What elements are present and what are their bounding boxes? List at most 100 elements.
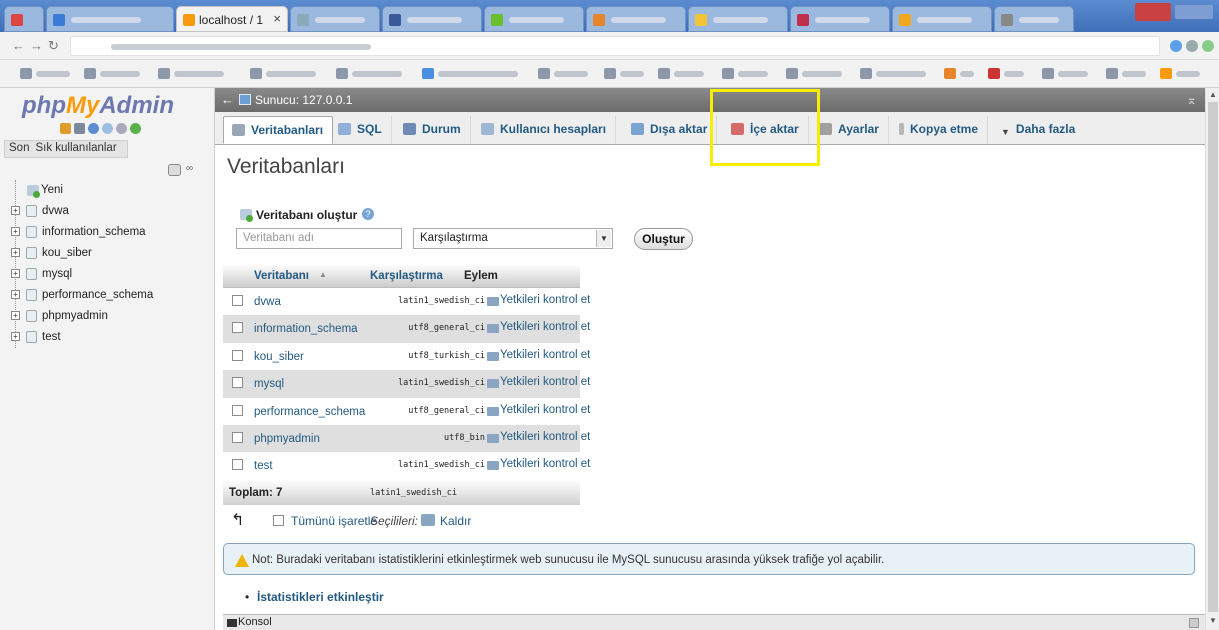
check-privileges-link[interactable]: Yetkileri kontrol et — [500, 321, 590, 333]
tab-export[interactable]: Dışa aktar — [623, 116, 718, 144]
tab-user-accounts[interactable]: Kullanıcı hesapları — [473, 116, 617, 144]
console-toggle-icon[interactable] — [1189, 618, 1199, 628]
bookmark-item[interactable] — [944, 68, 984, 80]
database-link[interactable]: information_schema — [254, 323, 358, 335]
tree-item-new[interactable]: Yeni — [0, 180, 215, 201]
url-field[interactable] — [70, 36, 1160, 56]
bookmark-item[interactable] — [658, 68, 718, 80]
drop-icon[interactable] — [421, 514, 435, 526]
tab-more[interactable]: ▼ Daha fazla — [993, 116, 1084, 144]
collapse-all-icon[interactable] — [168, 164, 181, 176]
browser-tab[interactable] — [484, 6, 584, 32]
check-all-checkbox[interactable] — [273, 515, 284, 526]
extension-icon[interactable] — [1170, 40, 1182, 52]
bookmark-item[interactable] — [786, 68, 856, 80]
expand-icon[interactable]: + — [11, 227, 20, 236]
browser-tab[interactable] — [790, 6, 890, 32]
bookmark-item[interactable] — [158, 68, 238, 80]
tree-item-mysql[interactable]: + mysql — [0, 264, 215, 285]
database-link[interactable]: performance_schema — [254, 406, 365, 418]
link-with-main-icon[interactable]: ∞ — [186, 163, 193, 174]
tree-item-kou-siber[interactable]: + kou_siber — [0, 243, 215, 264]
database-link[interactable]: kou_siber — [254, 351, 304, 363]
phpmyadmin-logo[interactable]: phpMyAdmin — [22, 92, 174, 120]
settings-gear-icon[interactable] — [116, 123, 127, 134]
expand-icon[interactable]: + — [11, 311, 20, 320]
check-privileges-link[interactable]: Yetkileri kontrol et — [500, 404, 590, 416]
scroll-up-icon[interactable]: ▲ — [1209, 90, 1217, 99]
bookmark-item[interactable] — [722, 68, 782, 80]
expand-icon[interactable]: + — [11, 206, 20, 215]
row-checkbox[interactable] — [232, 295, 243, 306]
vertical-scrollbar[interactable]: ▲ ▼ — [1205, 88, 1219, 630]
bookmark-item[interactable] — [1106, 68, 1156, 80]
tree-item-information-schema[interactable]: + information_schema — [0, 222, 215, 243]
bookmark-item[interactable] — [1160, 68, 1210, 80]
check-privileges-link[interactable]: Yetkileri kontrol et — [500, 349, 590, 361]
forward-icon[interactable]: → — [30, 38, 43, 53]
console-bar[interactable]: Konsol — [223, 614, 1205, 630]
maximize-icon[interactable]: ⌅ — [1186, 92, 1197, 108]
reload-icon[interactable]: ↻ — [48, 38, 59, 54]
window-controls[interactable] — [1175, 5, 1213, 19]
chevron-down-icon[interactable]: ▼ — [596, 230, 611, 247]
database-link[interactable]: test — [254, 460, 273, 472]
browser-tab[interactable] — [382, 6, 482, 32]
bookmark-item[interactable] — [336, 68, 416, 80]
help-icon[interactable]: ? — [362, 208, 374, 220]
window-close-button[interactable] — [1135, 3, 1171, 21]
bookmark-item[interactable] — [538, 68, 598, 80]
database-name-input[interactable]: Veritabanı adı — [236, 228, 402, 249]
bookmark-item[interactable] — [250, 68, 330, 80]
tree-item-test[interactable]: + test — [0, 327, 215, 348]
browser-tab[interactable] — [290, 6, 380, 32]
browser-tab[interactable] — [46, 6, 174, 32]
home-icon[interactable] — [60, 123, 71, 134]
row-checkbox[interactable] — [232, 404, 243, 416]
expand-icon[interactable]: + — [11, 269, 20, 278]
server-breadcrumb[interactable]: Sunucu: 127.0.0.1 — [255, 93, 352, 107]
check-privileges-link[interactable]: Yetkileri kontrol et — [500, 376, 590, 388]
create-button[interactable]: Oluştur — [634, 228, 693, 250]
bookmark-item[interactable] — [422, 68, 532, 80]
scroll-thumb[interactable] — [1208, 102, 1218, 612]
expand-icon[interactable]: + — [11, 248, 20, 257]
enable-statistics-link[interactable]: İstatistikleri etkinleştir — [257, 590, 384, 604]
tree-item-performance-schema[interactable]: + performance_schema — [0, 285, 215, 306]
browser-tab[interactable] — [688, 6, 788, 32]
check-all-label[interactable]: Tümünü işaretle — [291, 514, 377, 528]
database-link[interactable]: phpmyadmin — [254, 433, 320, 445]
row-checkbox[interactable] — [232, 459, 243, 471]
bookmark-item[interactable] — [860, 68, 940, 80]
browser-tab[interactable] — [892, 6, 992, 32]
console-label[interactable]: Konsol — [238, 616, 272, 628]
expand-icon[interactable]: + — [11, 290, 20, 299]
exit-icon[interactable] — [74, 123, 85, 134]
tree-item-dvwa[interactable]: + dvwa — [0, 201, 215, 222]
bookmark-item[interactable] — [988, 68, 1038, 80]
header-database[interactable]: Veritabanı — [254, 270, 309, 282]
bookmark-item[interactable] — [20, 68, 80, 80]
check-privileges-link[interactable]: Yetkileri kontrol et — [500, 294, 590, 306]
close-tab-icon[interactable]: × — [273, 11, 281, 26]
back-icon[interactable]: ← — [12, 38, 25, 53]
extension-icon[interactable] — [1202, 40, 1214, 52]
header-collation[interactable]: Karşılaştırma — [370, 270, 443, 282]
scroll-down-icon[interactable]: ▼ — [1209, 616, 1217, 625]
bookmark-item[interactable] — [604, 68, 654, 80]
favorites-tab[interactable]: Sık kullanılanlar — [35, 142, 116, 154]
reload-nav-icon[interactable] — [130, 123, 141, 134]
query-window-icon[interactable] — [88, 123, 99, 134]
browser-tab[interactable] — [994, 6, 1074, 32]
expand-icon[interactable]: + — [11, 332, 20, 341]
collapse-nav-icon[interactable]: ← — [221, 92, 234, 107]
documentation-icon[interactable] — [102, 123, 113, 134]
database-link[interactable]: mysql — [254, 378, 284, 390]
browser-tab[interactable] — [586, 6, 686, 32]
drop-button[interactable]: Kaldır — [440, 514, 471, 528]
tab-databases[interactable]: Veritabanları — [223, 116, 334, 144]
browser-tab-active[interactable]: localhost / 1 × — [176, 6, 288, 32]
tab-sql[interactable]: SQL — [330, 116, 392, 144]
check-privileges-link[interactable]: Yetkileri kontrol et — [500, 458, 590, 470]
browser-tab[interactable] — [4, 6, 44, 32]
